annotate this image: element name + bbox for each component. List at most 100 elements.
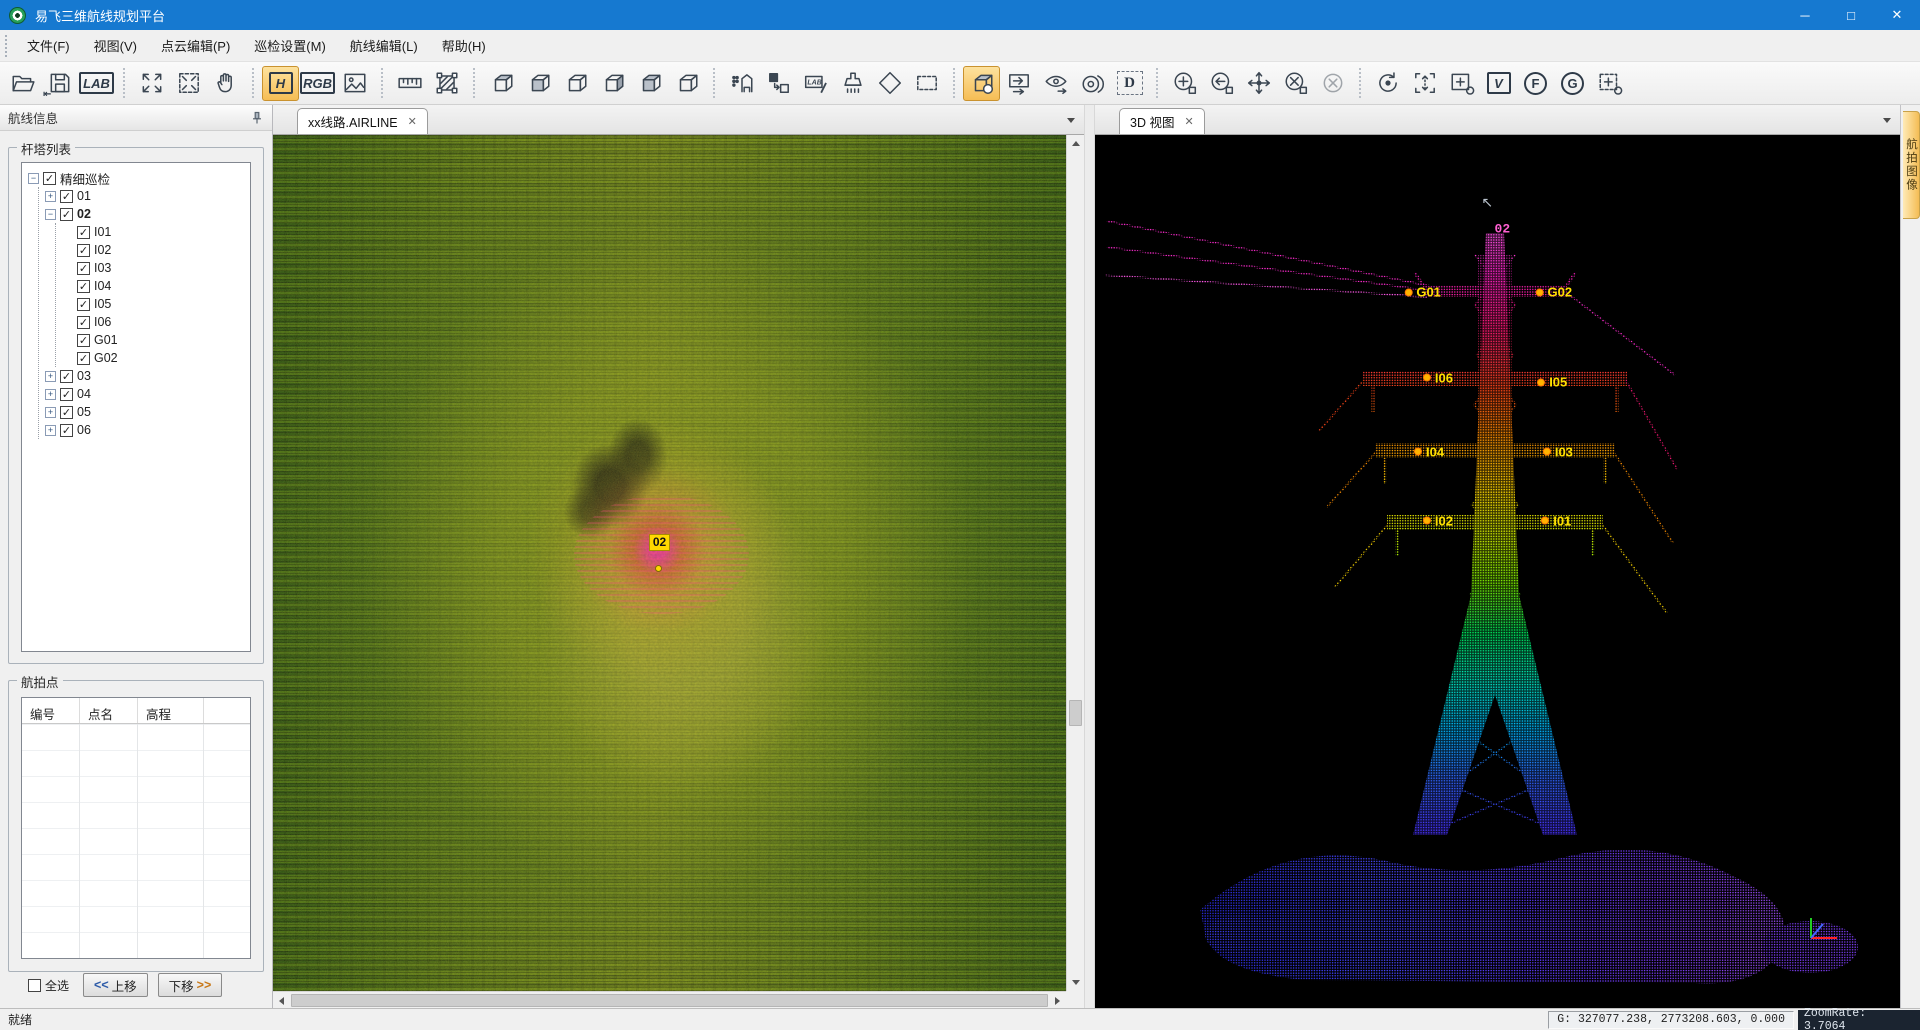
menu-item-2[interactable]: 点云编辑(P) — [149, 30, 242, 61]
tree-checkbox-I06[interactable] — [77, 316, 90, 329]
aerial-image-dock-tab[interactable]: 航拍图像 — [1903, 111, 1920, 219]
rect-select-button[interactable] — [908, 66, 945, 101]
scroll-up-button[interactable] — [1067, 135, 1084, 152]
tree-item-03[interactable]: +03 — [45, 367, 250, 385]
edit-label-button[interactable]: LAB — [797, 66, 834, 101]
view-bottom-button[interactable] — [520, 66, 557, 101]
tree-checkbox-03[interactable] — [60, 370, 73, 383]
tree-item-04[interactable]: +04 — [45, 385, 250, 403]
tree-checkbox-I05[interactable] — [77, 298, 90, 311]
v-tool-button[interactable]: V — [1480, 66, 1517, 101]
preview-result-button[interactable] — [1037, 66, 1074, 101]
eraser-button[interactable] — [871, 66, 908, 101]
waypoints-table[interactable]: 编号点名高程 — [21, 697, 251, 959]
tree-checkbox-G01[interactable] — [77, 334, 90, 347]
export-lab-button[interactable]: LAB — [78, 66, 115, 101]
scroll-down-button[interactable] — [1067, 974, 1084, 991]
pointcloud-3d-view[interactable]: ↖ 02 G01G02I06I05I04I03I02I01 — [1095, 135, 1900, 1008]
vertical-scroll-thumb[interactable] — [1069, 700, 1082, 726]
select-all-checkbox[interactable] — [28, 979, 41, 992]
tree-item-I05[interactable]: I05 — [62, 295, 250, 313]
menu-item-3[interactable]: 巡检设置(M) — [242, 30, 338, 61]
scroll-left-button[interactable] — [273, 992, 290, 1009]
export-selection-button[interactable] — [1000, 66, 1037, 101]
delete-waypoint-button[interactable] — [1277, 66, 1314, 101]
tree-item-I01[interactable]: I01 — [62, 223, 250, 241]
tower-02-marker[interactable]: 02 — [649, 534, 670, 551]
expander-plus-icon[interactable]: + — [45, 389, 56, 400]
expander-minus-icon[interactable]: − — [28, 173, 39, 184]
vertical-scrollbar[interactable] — [1066, 135, 1084, 991]
close-button[interactable]: ✕ — [1874, 0, 1920, 30]
tree-checkbox-G02[interactable] — [77, 352, 90, 365]
tree-checkbox-01[interactable] — [60, 190, 73, 203]
select-all-control[interactable]: 全选 — [28, 977, 69, 994]
maximize-button[interactable]: □ — [1828, 0, 1874, 30]
tree-checkbox-06[interactable] — [60, 424, 73, 437]
measure-distance-button[interactable] — [391, 66, 428, 101]
tree-checkbox-02[interactable] — [60, 208, 73, 221]
tree-item-G02[interactable]: G02 — [62, 349, 250, 367]
tree-checkbox-I04[interactable] — [77, 280, 90, 293]
expander-plus-icon[interactable]: + — [45, 407, 56, 418]
view-right-button[interactable] — [668, 66, 705, 101]
scroll-right-button[interactable] — [1049, 992, 1066, 1009]
pin-icon[interactable] — [250, 111, 264, 125]
g-tool-button[interactable]: G — [1554, 66, 1591, 101]
height-render-button[interactable]: H — [262, 66, 299, 101]
expander-plus-icon[interactable]: + — [45, 425, 56, 436]
tree-item-I04[interactable]: I04 — [62, 277, 250, 295]
menu-item-0[interactable]: 文件(F) — [15, 30, 82, 61]
tree-item-01[interactable]: +01 — [45, 187, 250, 205]
minimize-button[interactable]: ─ — [1782, 0, 1828, 30]
prev-waypoint-button[interactable] — [1203, 66, 1240, 101]
open-file-button[interactable] — [4, 66, 41, 101]
move-up-button[interactable]: << 上移 — [83, 973, 148, 997]
menu-item-1[interactable]: 视图(V) — [82, 30, 149, 61]
region-crop-button[interactable] — [1591, 66, 1628, 101]
save-file-button[interactable]: ⇤ — [41, 66, 78, 101]
tab-airline-close-icon[interactable]: ✕ — [408, 115, 417, 128]
view3d-tab-list-button[interactable] — [1880, 113, 1894, 127]
tree-item-I03[interactable]: I03 — [62, 259, 250, 277]
pane-splitter[interactable] — [1084, 105, 1095, 1008]
rgb-render-button[interactable]: RGB — [299, 66, 336, 101]
vertical-fit-button[interactable] — [1406, 66, 1443, 101]
crop-box-button[interactable] — [963, 66, 1000, 101]
expander-minus-icon[interactable]: − — [45, 209, 56, 220]
pointcloud-top-view[interactable]: 02 — [273, 135, 1066, 991]
clean-brush-button[interactable] — [834, 66, 871, 101]
tree-checkbox-I02[interactable] — [77, 244, 90, 257]
rotate-view-button[interactable] — [1369, 66, 1406, 101]
add-photo-point-button[interactable] — [1443, 66, 1480, 101]
tree-item-I06[interactable]: I06 — [62, 313, 250, 331]
add-waypoint-button[interactable] — [1166, 66, 1203, 101]
menu-item-5[interactable]: 帮助(H) — [430, 30, 498, 61]
waypoints-column-2[interactable]: 高程 — [138, 698, 204, 723]
move-down-button[interactable]: 下移 >> — [158, 973, 223, 997]
tree-item-02[interactable]: −02 — [45, 205, 250, 223]
pan-view-button[interactable] — [207, 66, 244, 101]
intensity-render-button[interactable] — [336, 66, 373, 101]
move-selection-button[interactable] — [760, 66, 797, 101]
tree-item-G01[interactable]: G01 — [62, 331, 250, 349]
menu-item-4[interactable]: 航线编辑(L) — [338, 30, 430, 61]
fit-view-button[interactable] — [170, 66, 207, 101]
tree-item-I02[interactable]: I02 — [62, 241, 250, 259]
view-front-button[interactable] — [557, 66, 594, 101]
d-tool-button[interactable]: D — [1111, 66, 1148, 101]
measure-area-button[interactable] — [428, 66, 465, 101]
expander-plus-icon[interactable]: + — [45, 191, 56, 202]
tree-checkbox-05[interactable] — [60, 406, 73, 419]
layers-button[interactable] — [1074, 66, 1111, 101]
airline-tab-list-button[interactable] — [1064, 113, 1078, 127]
tab-3d-view[interactable]: 3D 视图 ✕ — [1119, 108, 1205, 134]
expander-plus-icon[interactable]: + — [45, 371, 56, 382]
move-waypoint-button[interactable] — [1240, 66, 1277, 101]
tree-item-06[interactable]: +06 — [45, 421, 250, 439]
tab-airline[interactable]: xx线路.AIRLINE ✕ — [297, 108, 428, 134]
tree-item-05[interactable]: +05 — [45, 403, 250, 421]
tree-checkbox-I03[interactable] — [77, 262, 90, 275]
tab-3d-view-close-icon[interactable]: ✕ — [1184, 115, 1193, 128]
view-left-button[interactable] — [631, 66, 668, 101]
